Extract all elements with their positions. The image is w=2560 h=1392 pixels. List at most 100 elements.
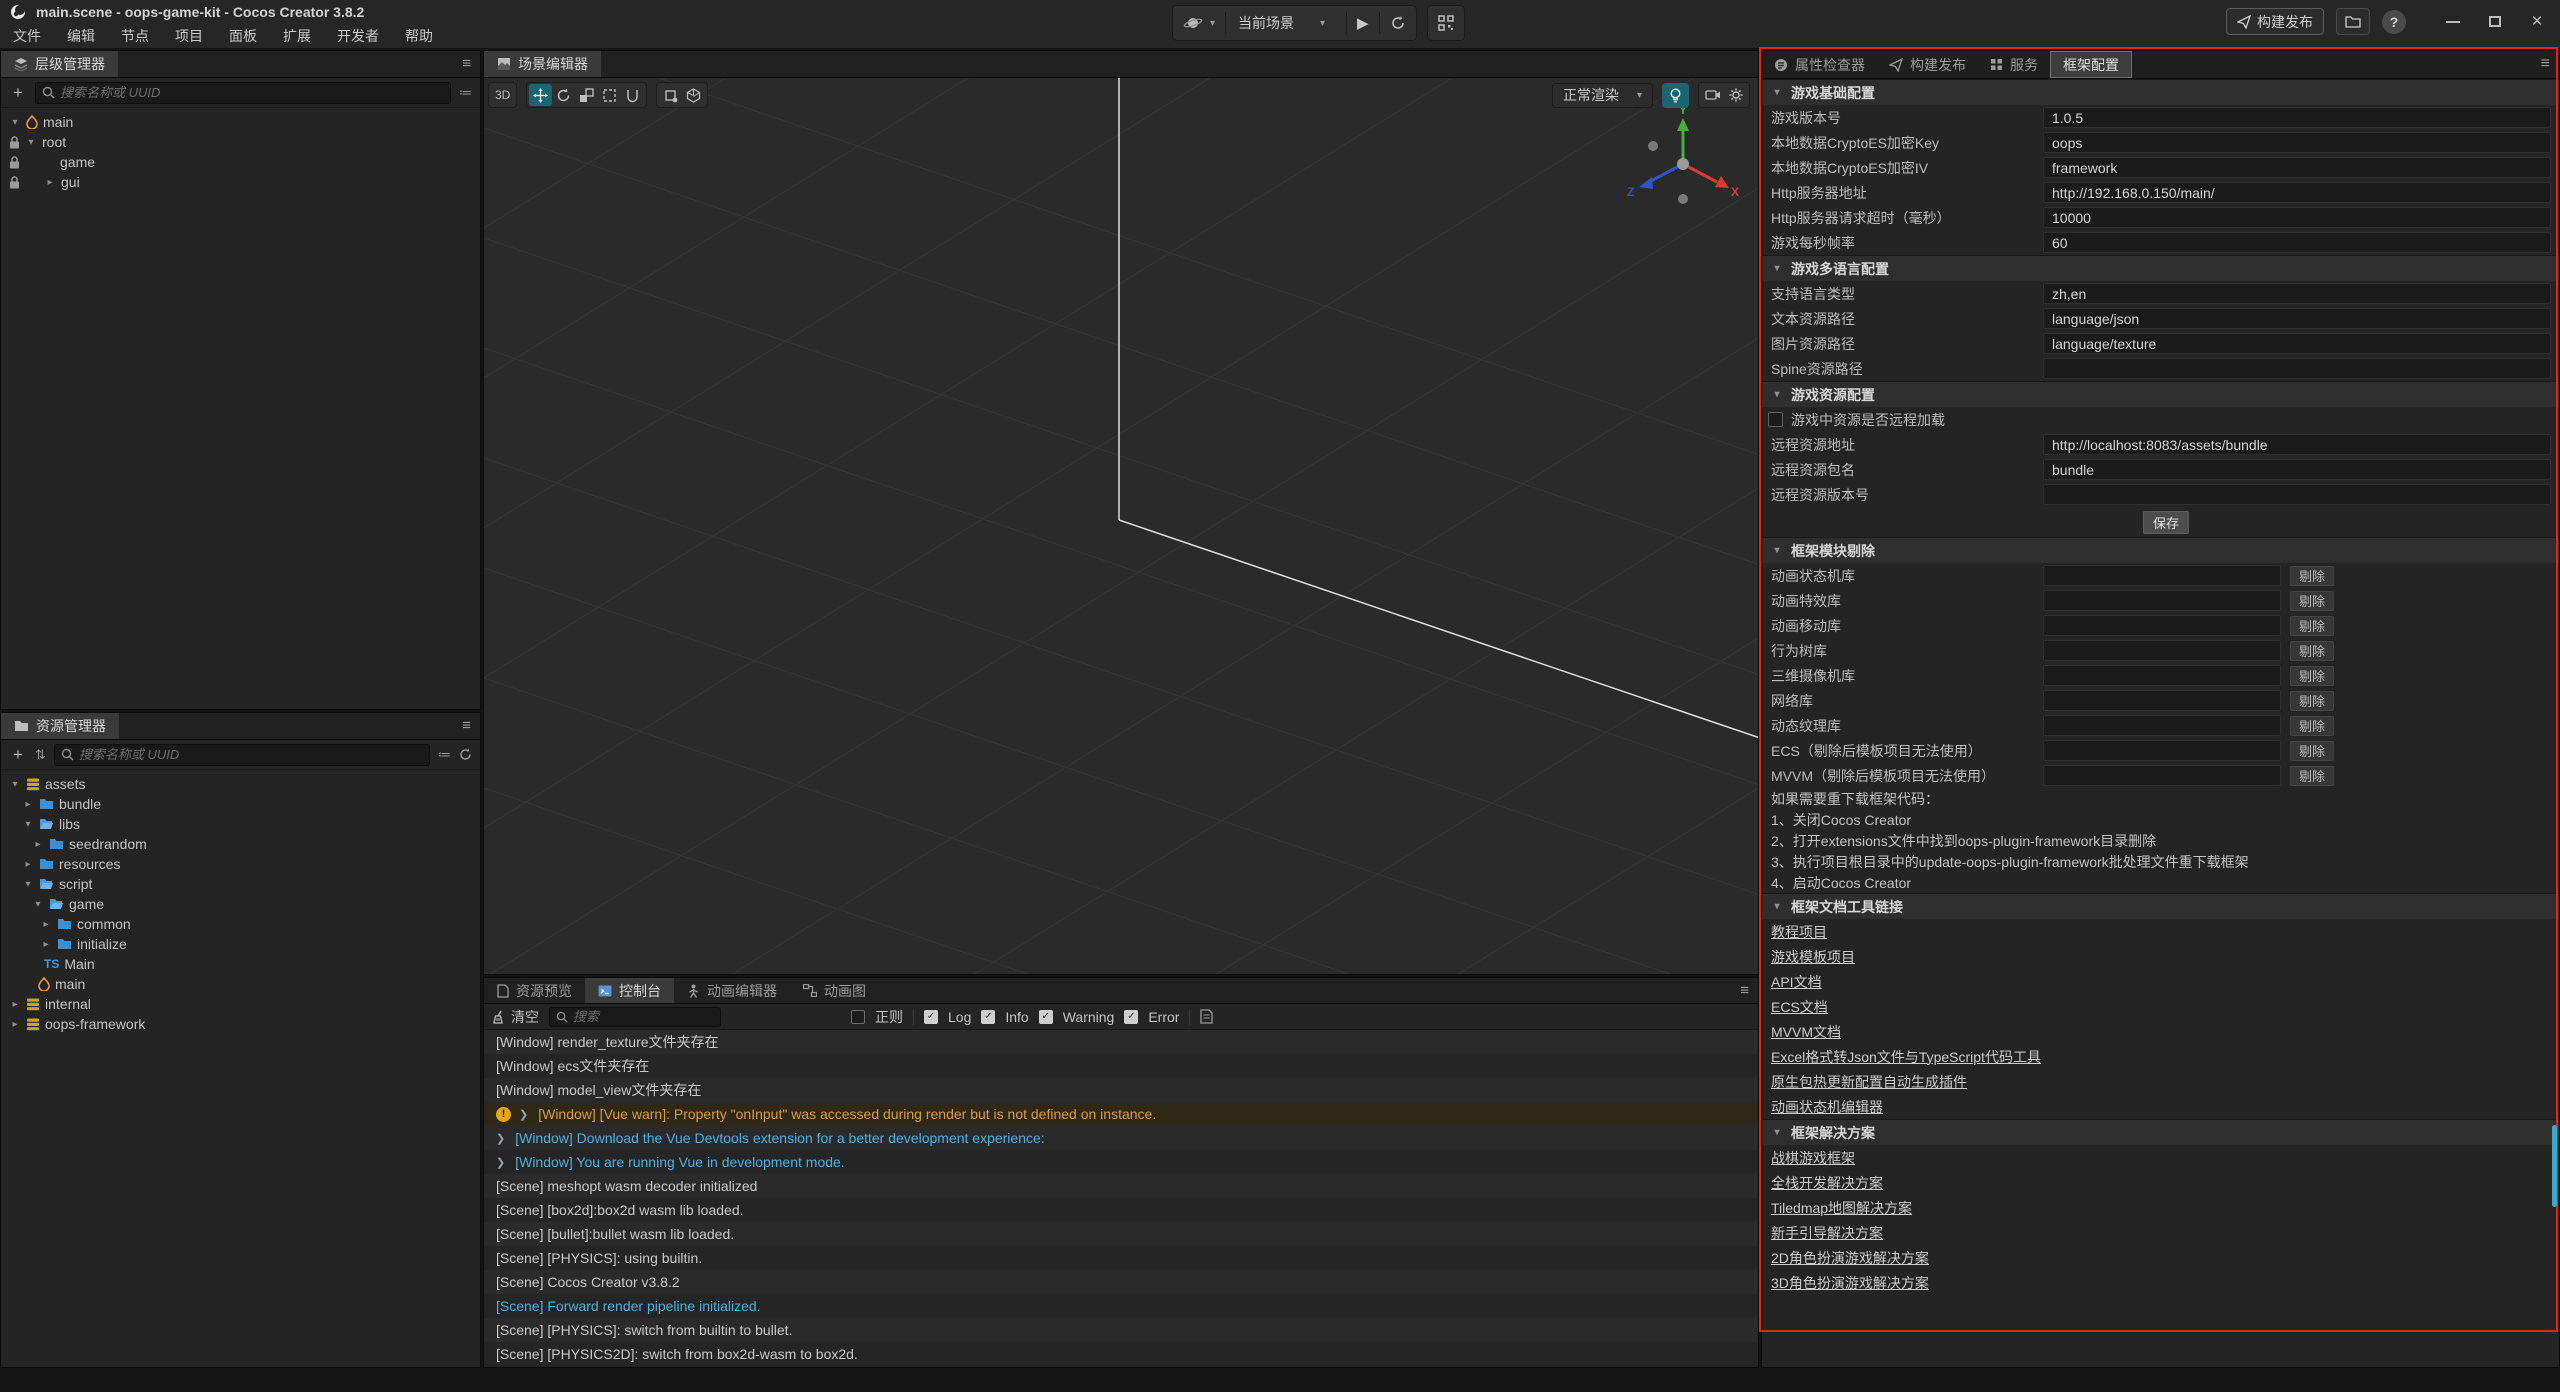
collapse-arrow-icon[interactable]: ▸ bbox=[9, 999, 21, 1010]
doc-link[interactable]: 教程项目 bbox=[1762, 919, 2559, 944]
remove-module-button[interactable]: 剔除 bbox=[2290, 616, 2334, 636]
tab-scene-editor[interactable]: 场景编辑器 bbox=[484, 51, 601, 77]
restart-button[interactable] bbox=[1380, 6, 1416, 40]
asset-node-main-scene[interactable]: main bbox=[1, 974, 480, 994]
tab-animation-graph[interactable]: 动画图 bbox=[790, 978, 879, 1003]
tab-asset-preview[interactable]: 资源预览 bbox=[484, 978, 585, 1003]
lang-json-path-input[interactable]: language/json bbox=[2043, 308, 2551, 329]
doc-link[interactable]: Excel格式转Json文件与TypeScript代码工具 bbox=[1762, 1044, 2559, 1069]
assets-search-input[interactable] bbox=[79, 747, 423, 762]
solution-link[interactable]: 3D角色扮演游戏解决方案 bbox=[1762, 1270, 2559, 1295]
solution-link[interactable]: 全栈开发解决方案 bbox=[1762, 1170, 2559, 1195]
collapse-arrow-icon[interactable]: ▸ bbox=[22, 799, 34, 810]
remove-module-button[interactable]: 剔除 bbox=[2290, 766, 2334, 786]
hierarchy-node-main[interactable]: ▾ main bbox=[1, 112, 480, 132]
version-input[interactable]: 1.0.5 bbox=[2043, 107, 2551, 128]
http-timeout-input[interactable]: 10000 bbox=[2043, 207, 2551, 228]
console-search[interactable] bbox=[549, 1007, 721, 1027]
section-basic-config[interactable]: ▾游戏基础配置 bbox=[1762, 79, 2559, 105]
menu-panel[interactable]: 面板 bbox=[216, 23, 270, 49]
collapse-arrow-icon[interactable]: ▸ bbox=[40, 939, 52, 950]
remove-module-button[interactable]: 剔除 bbox=[2290, 591, 2334, 611]
open-project-folder-button[interactable] bbox=[2336, 8, 2370, 35]
crypto-key-input[interactable]: oops bbox=[2043, 132, 2551, 153]
orientation-gizmo[interactable]: Y X Z bbox=[1623, 104, 1743, 224]
remote-version-input[interactable] bbox=[2043, 484, 2551, 505]
expand-arrow-icon[interactable]: ▾ bbox=[22, 819, 34, 830]
scene-settings-button[interactable] bbox=[1724, 84, 1747, 106]
menu-node[interactable]: 节点 bbox=[108, 23, 162, 49]
doc-link[interactable]: 动画状态机编辑器 bbox=[1762, 1094, 2559, 1119]
hierarchy-search-input[interactable] bbox=[60, 85, 444, 100]
tab-console[interactable]: 控制台 bbox=[585, 978, 674, 1003]
close-button[interactable]: × bbox=[2522, 9, 2552, 35]
crypto-iv-input[interactable]: framework bbox=[2043, 157, 2551, 178]
log-row[interactable]: [Scene] Cocos Creator v3.8.2 bbox=[484, 1270, 1758, 1294]
collapse-arrow-icon[interactable]: ▸ bbox=[22, 859, 34, 870]
pivot-toggle-button[interactable] bbox=[659, 84, 682, 106]
help-button[interactable]: ? bbox=[2382, 10, 2406, 34]
tab-service[interactable]: 服务 bbox=[1978, 51, 2050, 78]
asset-node-libs[interactable]: ▾ libs bbox=[1, 814, 480, 834]
section-doc-links[interactable]: ▾框架文档工具链接 bbox=[1762, 893, 2559, 919]
asset-node-seedrandom[interactable]: ▸ seedrandom bbox=[1, 834, 480, 854]
regex-checkbox[interactable] bbox=[851, 1010, 865, 1024]
remote-load-checkbox[interactable] bbox=[1768, 412, 1783, 427]
log-row[interactable]: [Scene] [PHYSICS]: using builtin. bbox=[484, 1246, 1758, 1270]
assets-search[interactable] bbox=[54, 744, 430, 766]
refresh-icon[interactable] bbox=[459, 748, 472, 761]
remove-module-button[interactable]: 剔除 bbox=[2290, 641, 2334, 661]
remove-module-button[interactable]: 剔除 bbox=[2290, 666, 2334, 686]
minimize-button[interactable] bbox=[2438, 9, 2468, 35]
play-button[interactable]: ▶ bbox=[1347, 6, 1379, 40]
log-row[interactable]: [Scene] [box2d]:box2d wasm lib loaded. bbox=[484, 1198, 1758, 1222]
log-row[interactable]: [Window] render_texture文件夹存在 bbox=[484, 1030, 1758, 1054]
filter-info-checkbox[interactable]: ✓ bbox=[981, 1010, 995, 1024]
lighting-toggle-button[interactable] bbox=[1662, 83, 1689, 108]
maximize-button[interactable] bbox=[2480, 9, 2510, 35]
scene-viewport[interactable]: Y X Z 3D bbox=[484, 78, 1758, 974]
log-row-warning[interactable]: !❯[Window] [Vue warn]: Property "onInput… bbox=[484, 1102, 1758, 1126]
add-asset-button[interactable]: + bbox=[9, 745, 27, 765]
log-row[interactable]: [Window] model_view文件夹存在 bbox=[484, 1078, 1758, 1102]
panel-menu-icon[interactable]: ≡ bbox=[462, 717, 471, 734]
tab-build[interactable]: 构建发布 bbox=[1877, 51, 1978, 78]
module-path-input[interactable] bbox=[2043, 640, 2281, 661]
expand-chevron-icon[interactable]: ❯ bbox=[496, 1132, 505, 1145]
remove-module-button[interactable]: 剔除 bbox=[2290, 691, 2334, 711]
log-row[interactable]: [Scene] meshopt wasm decoder initialized bbox=[484, 1174, 1758, 1198]
hierarchy-search[interactable] bbox=[35, 82, 451, 104]
tab-assets[interactable]: 资源管理器 bbox=[1, 713, 119, 739]
remove-module-button[interactable]: 剔除 bbox=[2290, 566, 2334, 586]
coordinate-toggle-button[interactable] bbox=[682, 84, 705, 106]
log-row[interactable]: [Scene] [PHYSICS2D]: switch from box2d-w… bbox=[484, 1342, 1758, 1366]
expand-arrow-icon[interactable]: ▾ bbox=[9, 117, 21, 128]
module-path-input[interactable] bbox=[2043, 715, 2281, 736]
rotate-tool-button[interactable] bbox=[552, 84, 575, 106]
tab-framework-config[interactable]: 框架配置 bbox=[2050, 51, 2132, 78]
remote-url-input[interactable]: http://localhost:8083/assets/bundle bbox=[2043, 434, 2551, 455]
scale-tool-button[interactable] bbox=[575, 84, 598, 106]
mode-3d-button[interactable]: 3D bbox=[488, 82, 517, 108]
log-row[interactable]: [Scene] [PHYSICS]: switch from builtin t… bbox=[484, 1318, 1758, 1342]
module-path-input[interactable] bbox=[2043, 665, 2281, 686]
tab-inspector[interactable]: 属性检查器 bbox=[1762, 51, 1877, 78]
log-row[interactable]: [Scene] [bullet]:bullet wasm lib loaded. bbox=[484, 1222, 1758, 1246]
fps-input[interactable]: 60 bbox=[2043, 232, 2551, 253]
hierarchy-node-gui[interactable]: ▸ gui bbox=[1, 172, 480, 192]
log-row[interactable]: [Window] ecs文件夹存在 bbox=[484, 1054, 1758, 1078]
camera-view-button[interactable] bbox=[1701, 84, 1724, 106]
section-resource-config[interactable]: ▾游戏资源配置 bbox=[1762, 381, 2559, 407]
asset-node-script[interactable]: ▾ script bbox=[1, 874, 480, 894]
filter-log-checkbox[interactable]: ✓ bbox=[924, 1010, 938, 1024]
asset-node-oops-framework[interactable]: ▸ oops-framework bbox=[1, 1014, 480, 1034]
expand-chevron-icon[interactable]: ❯ bbox=[496, 1156, 505, 1169]
section-module-trim[interactable]: ▾框架模块剔除 bbox=[1762, 537, 2559, 563]
asset-node-main-ts[interactable]: TS Main bbox=[1, 954, 480, 974]
build-publish-button[interactable]: 构建发布 bbox=[2226, 8, 2324, 35]
save-button[interactable]: 保存 bbox=[2143, 511, 2189, 534]
asset-node-resources[interactable]: ▸ resources bbox=[1, 854, 480, 874]
remote-bundle-input[interactable]: bundle bbox=[2043, 459, 2551, 480]
expand-chevron-icon[interactable]: ❯ bbox=[519, 1108, 528, 1121]
filter-warning-checkbox[interactable]: ✓ bbox=[1039, 1010, 1053, 1024]
